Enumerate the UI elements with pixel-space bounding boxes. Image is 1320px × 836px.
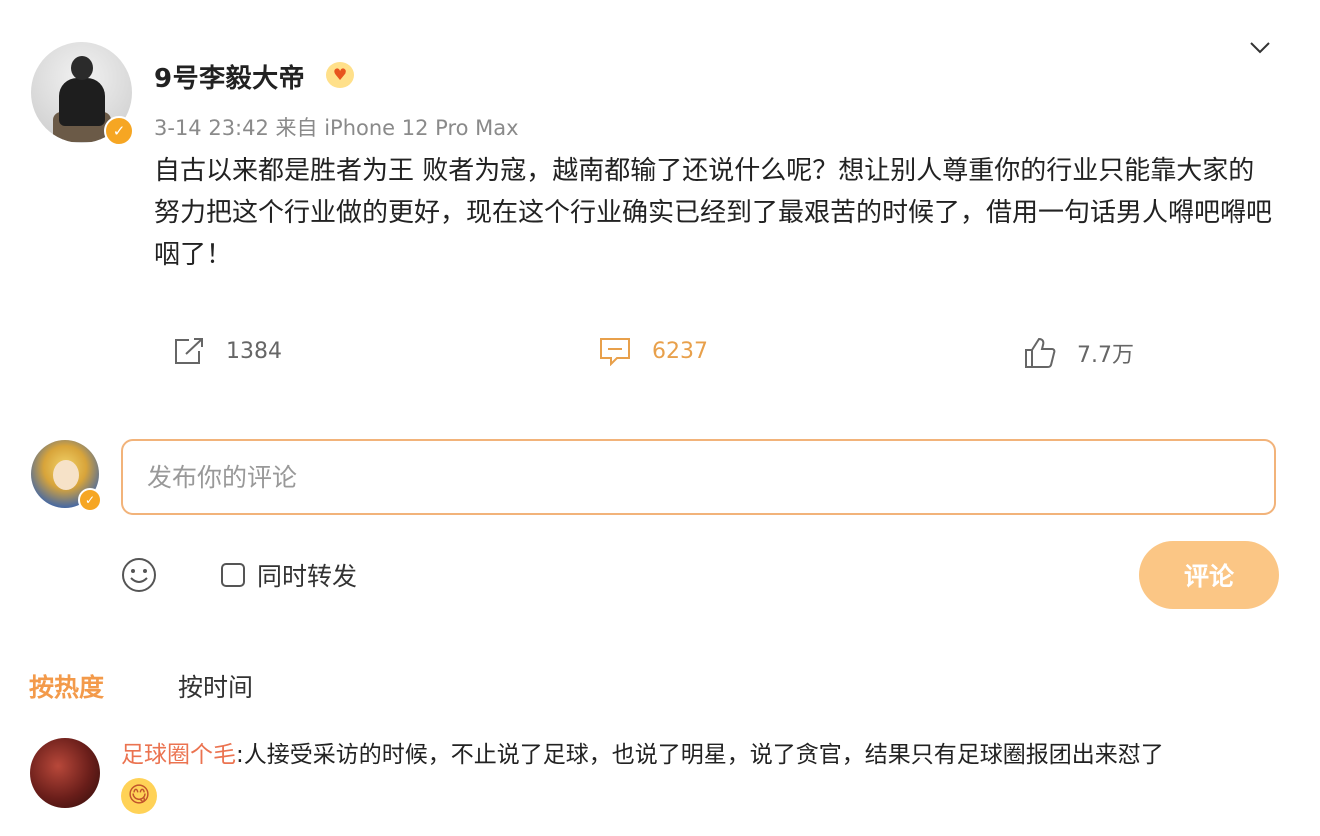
chevron-down-icon[interactable] xyxy=(1248,36,1272,60)
like-button[interactable]: 7.7万 xyxy=(1023,336,1134,370)
submit-comment-button[interactable]: 评论 xyxy=(1139,541,1279,609)
emoji-picker-icon[interactable] xyxy=(120,556,158,594)
repost-count: 1384 xyxy=(226,338,282,364)
comment-text: 人接受采访的时候，不止说了足球，也说了明星，说了贪官，结果只有足球圈报团出来怼了 xyxy=(243,742,1164,768)
repost-button[interactable]: 1384 xyxy=(172,336,282,366)
repost-icon xyxy=(175,338,203,364)
post-meta: 3-14 23:42 来自 iPhone 12 Pro Max xyxy=(154,116,519,140)
post-body-text: 自古以来都是胜者为王 败者为寇，越南都输了还说什么呢？想让别人尊重你的行业只能靠… xyxy=(154,156,1273,270)
avatar-head-shape xyxy=(71,56,93,80)
like-icon xyxy=(1025,337,1056,368)
comment-separator: : xyxy=(236,742,244,768)
verified-badge-icon: ✓ xyxy=(78,488,102,512)
like-count: 7.7万 xyxy=(1077,343,1134,368)
comment-count: 6237 xyxy=(652,338,708,364)
weibo-post-page: ✓ 9号李毅大帝 ♥ 3-14 23:42 来自 iPhone 12 Pro M… xyxy=(0,0,1320,836)
repost-also-toggle[interactable]: 同时转发 xyxy=(221,557,357,593)
comment-icon xyxy=(600,338,630,366)
comment-item: 足球圈个毛:人接受采访的时候，不止说了足球，也说了明星，说了贪官，结果只有足球圈… xyxy=(121,738,1301,772)
commenter-avatar[interactable] xyxy=(30,738,100,808)
comment-button[interactable]: 6237 xyxy=(598,336,708,366)
tab-sort-time[interactable]: 按时间 xyxy=(178,668,253,704)
comment-input[interactable] xyxy=(123,441,1274,513)
avatar-body-shape xyxy=(59,78,105,126)
tab-sort-hot[interactable]: 按热度 xyxy=(29,668,104,704)
repost-also-checkbox[interactable] xyxy=(221,563,245,587)
comment-author[interactable]: 足球圈个毛 xyxy=(121,742,236,768)
avatar-face-shape xyxy=(53,460,79,490)
vip-badge-icon: ♥ xyxy=(326,62,354,88)
author-username[interactable]: 9号李毅大帝 xyxy=(154,58,305,95)
comment-input-container xyxy=(121,439,1276,515)
repost-also-label: 同时转发 xyxy=(257,562,358,591)
verified-badge-icon: ✓ xyxy=(104,116,134,146)
savoring-emoji-icon: 😋 xyxy=(121,778,157,814)
